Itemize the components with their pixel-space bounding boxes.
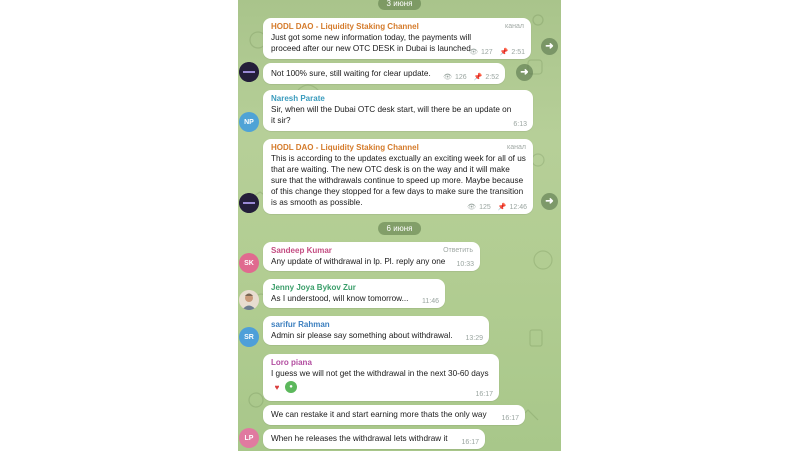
message-time: 10:33 [456, 261, 474, 268]
avatar-photo[interactable] [239, 290, 259, 310]
user-message[interactable]: sarifur Rahman Admin sir please say some… [263, 316, 489, 345]
channel-tag: канал [505, 23, 524, 30]
reaction-avatar[interactable]: ● [285, 381, 297, 393]
message-time: 6:13 [513, 121, 527, 128]
message-text: When he releases the withdrawal lets wit… [271, 434, 448, 443]
forward-icon[interactable]: ➜ [541, 193, 558, 210]
message-meta: 10:33 [456, 261, 474, 268]
channel-message[interactable]: HODL DAO - Liquidity Staking Channel кан… [263, 139, 533, 214]
person-photo-icon [239, 290, 259, 310]
channel-message[interactable]: HODL DAO - Liquidity Staking Channel кан… [263, 18, 531, 59]
message-time: 2:51 [511, 48, 525, 56]
chat-area[interactable]: 3 июня HODL DAO - Liquidity Staking Chan… [238, 0, 561, 451]
message-meta: 16:17 [475, 391, 493, 398]
message-meta: 16:17 [501, 415, 519, 422]
channel-avatar[interactable] [239, 62, 259, 82]
message-text: We can restake it and start earning more… [271, 410, 487, 419]
views-icon: 👁 [443, 74, 452, 81]
channel-logo-icon [239, 62, 259, 82]
message-text: I guess we will not get the withdrawal i… [271, 369, 489, 378]
message-meta: 👁 125 📌 12:46 [467, 203, 527, 212]
channel-avatar[interactable] [239, 193, 259, 213]
user-message[interactable]: Loro piana I guess we will not get the w… [263, 354, 499, 401]
message-meta: 👁 126 📌 2:52 [443, 73, 499, 82]
reactions[interactable]: ♥ ● [271, 381, 493, 393]
message-time: 11:46 [422, 298, 439, 305]
sender-name[interactable]: HODL DAO - Liquidity Staking Channel [271, 21, 525, 32]
message-time: 2:52 [485, 73, 499, 81]
forward-icon[interactable]: ➜ [541, 38, 558, 55]
sender-name[interactable]: HODL DAO - Liquidity Staking Channel [271, 142, 527, 153]
message-text: This is according to the updates exctual… [271, 154, 526, 207]
views-count: 125 [479, 203, 491, 211]
sender-name[interactable]: Naresh Parate [271, 93, 527, 104]
message-time: 16:17 [461, 439, 479, 446]
date-separator: 3 июня [377, 0, 422, 10]
forward-icon[interactable]: ➜ [516, 64, 533, 81]
date-separator: 6 июня [377, 222, 422, 235]
sender-name[interactable]: Jenny Joya Bykov Zur [271, 282, 439, 293]
message-text: Any update of withdrawal in lp. Pl. repl… [271, 257, 446, 266]
message-meta: 13:29 [465, 335, 483, 342]
message-meta: 11:46 [422, 298, 439, 305]
pin-icon: 📌 [497, 204, 507, 211]
channel-logo-icon [239, 193, 259, 213]
avatar[interactable]: SK [239, 253, 259, 273]
user-message[interactable]: When he releases the withdrawal lets wit… [263, 429, 485, 449]
message-time: 13:29 [465, 335, 483, 342]
views-count: 127 [480, 48, 493, 56]
sender-name[interactable]: Loro piana [271, 357, 493, 368]
avatar[interactable]: NP [239, 112, 259, 132]
sender-name[interactable]: sarifur Rahman [271, 319, 483, 330]
message-time: 16:17 [501, 415, 519, 422]
reply-button[interactable]: Ответить [443, 247, 473, 254]
user-message[interactable]: Jenny Joya Bykov Zur As I understood, wi… [263, 279, 445, 308]
avatar[interactable]: SR [239, 327, 259, 347]
views-count: 126 [454, 73, 467, 81]
avatar[interactable]: LP [239, 428, 259, 448]
message-meta: 👁 127 📌 2:51 [469, 48, 525, 57]
message-time: 12:46 [509, 203, 527, 211]
pin-icon: 📌 [473, 74, 483, 81]
message-meta: 6:13 [513, 121, 527, 128]
user-message[interactable]: Sandeep Kumar Ответить Any update of wit… [263, 242, 480, 271]
views-icon: 👁 [469, 49, 478, 56]
message-time: 16:17 [475, 391, 493, 398]
message-text: Admin sir please say something about wit… [271, 331, 453, 340]
pin-icon: 📌 [499, 49, 509, 56]
message-meta: 16:17 [461, 439, 479, 446]
message-text: As I understood, will know tomorrow... [271, 294, 409, 303]
channel-message[interactable]: Not 100% sure, still waiting for clear u… [263, 63, 505, 84]
user-message[interactable]: We can restake it and start earning more… [263, 405, 525, 425]
views-icon: 👁 [467, 204, 477, 211]
message-text: Sir, when will the Dubai OTC desk start,… [271, 105, 512, 125]
user-message[interactable]: Naresh Parate Sir, when will the Dubai O… [263, 90, 533, 131]
heart-icon[interactable]: ♥ [271, 381, 283, 393]
channel-tag: канал [507, 144, 526, 151]
